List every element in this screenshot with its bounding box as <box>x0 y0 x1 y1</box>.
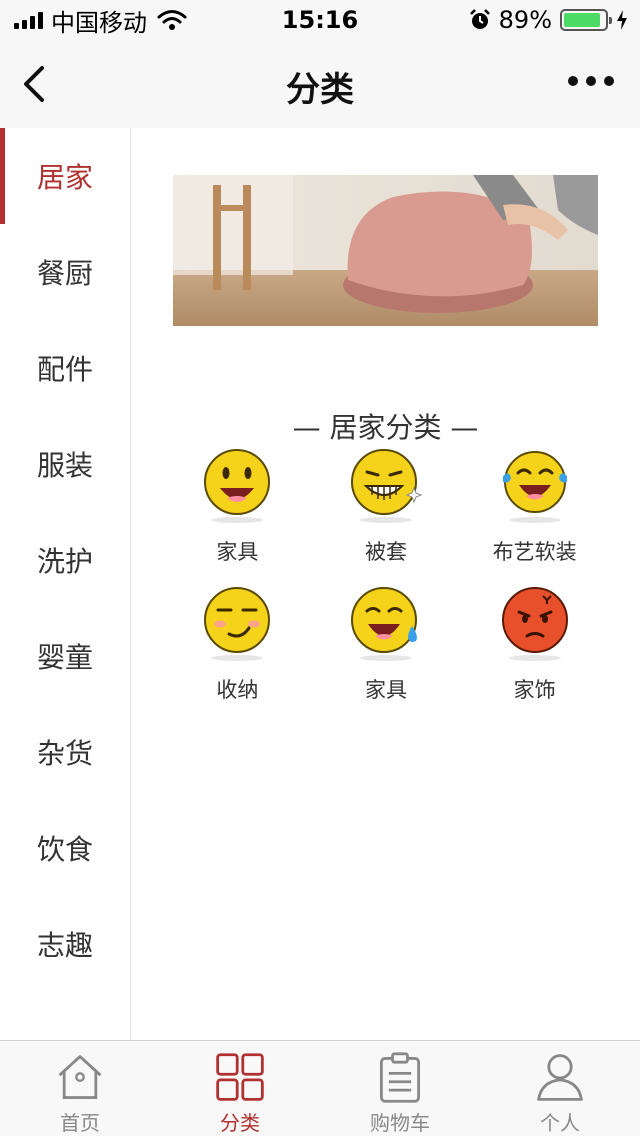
section-title: — 居家分类 — <box>292 411 479 444</box>
status-right: 89% <box>469 6 628 34</box>
alarm-icon <box>469 9 490 29</box>
battery-icon <box>560 9 612 31</box>
tab-label: 分类 <box>220 1111 260 1135</box>
laugh-tears-emoji-icon <box>502 451 567 523</box>
category-content: — 居家分类 — 家具 被套 布艺软装 收纳 家具 家饰 <box>131 128 640 1040</box>
grin-sparkle-emoji-icon <box>350 449 422 523</box>
subcategory-item[interactable]: 家具 <box>312 586 461 704</box>
smirk-emoji-icon <box>204 587 271 661</box>
tab-label: 购物车 <box>370 1111 430 1135</box>
subcategory-item[interactable]: 收纳 <box>163 586 312 704</box>
sidebar-item-accessories[interactable]: 配件 <box>0 320 130 416</box>
banner-image[interactable] <box>173 175 598 326</box>
subcategory-label: 被套 <box>364 540 407 564</box>
nav-bar: 分类 <box>0 40 640 128</box>
status-bar: 中国移动 15:16 89% <box>0 0 640 40</box>
subcategory-item[interactable]: 家具 <box>163 448 312 566</box>
person-icon <box>537 1054 583 1101</box>
subcategory-label: 布艺软装 <box>492 540 577 564</box>
grid-icon <box>216 1053 264 1101</box>
sidebar-item-food[interactable]: 饮食 <box>0 800 130 896</box>
sidebar-item-home[interactable]: 居家 <box>0 128 130 224</box>
subcategory-grid: 家具 被套 布艺软装 收纳 家具 家饰 <box>163 448 609 704</box>
subcategory-label: 家饰 <box>513 678 556 702</box>
subcategory-item[interactable]: 布艺软装 <box>460 448 609 566</box>
sweat-smile-emoji-icon <box>350 587 417 661</box>
sidebar-item-groceries[interactable]: 杂货 <box>0 704 130 800</box>
tab-cart[interactable]: 购物车 <box>320 1041 480 1136</box>
subcategory-label: 家具 <box>364 678 407 702</box>
tab-home[interactable]: 首页 <box>0 1041 160 1136</box>
sidebar-item-baby[interactable]: 婴童 <box>0 608 130 704</box>
tab-label: 个人 <box>540 1111 580 1135</box>
subcategory-item[interactable]: 家饰 <box>460 586 609 704</box>
page-title: 分类 <box>286 70 354 110</box>
subcategory-item[interactable]: 被套 <box>312 448 461 566</box>
sidebar-item-care[interactable]: 洗护 <box>0 512 130 608</box>
more-icon[interactable] <box>568 76 614 86</box>
tab-category[interactable]: 分类 <box>160 1041 320 1136</box>
smile-open-emoji-icon <box>204 449 271 523</box>
category-sidebar: 居家 餐厨 配件 服装 洗护 婴童 杂货 饮食 志趣 <box>0 128 131 1040</box>
angry-emoji-icon <box>501 587 568 661</box>
charging-icon <box>617 10 627 30</box>
sidebar-item-hobbies[interactable]: 志趣 <box>0 896 130 992</box>
clipboard-icon <box>379 1052 421 1103</box>
tab-bar: 首页 分类 购物车 个人 <box>0 1040 640 1136</box>
home-icon <box>58 1055 102 1099</box>
sidebar-item-clothing[interactable]: 服装 <box>0 416 130 512</box>
tab-label: 首页 <box>60 1111 100 1135</box>
sidebar-item-kitchen[interactable]: 餐厨 <box>0 224 130 320</box>
tab-profile[interactable]: 个人 <box>480 1041 640 1136</box>
battery-percent: 89% <box>498 6 552 34</box>
subcategory-label: 家具 <box>216 540 259 564</box>
subcategory-label: 收纳 <box>216 678 259 702</box>
